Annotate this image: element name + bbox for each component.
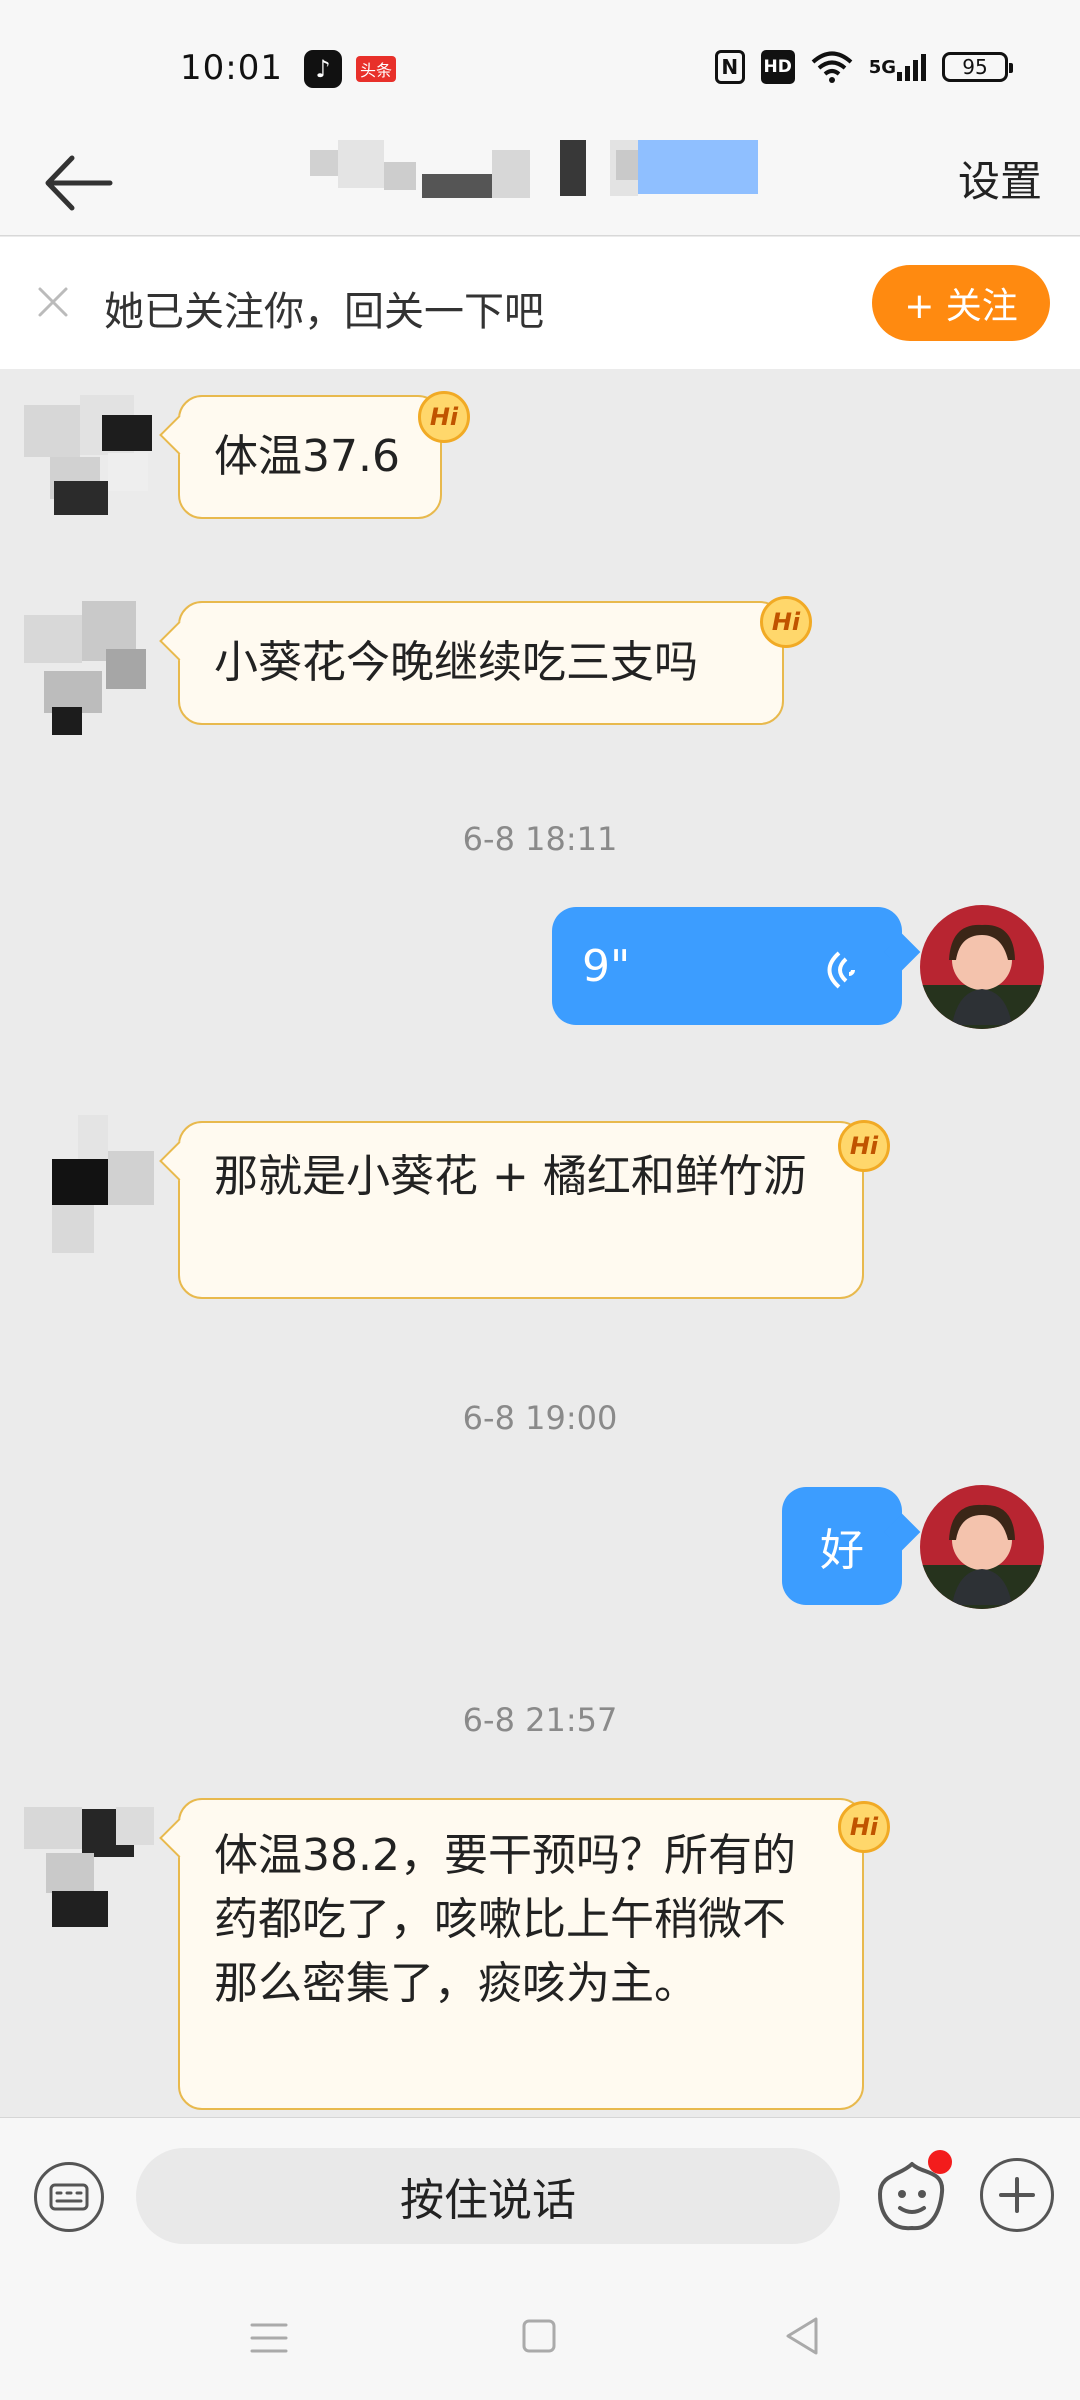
voice-message-bubble[interactable]: 9" [552,907,902,1025]
toutiao-icon: 头条 [356,56,396,82]
close-icon[interactable] [32,281,74,323]
settings-button[interactable]: 设置 [958,148,1042,209]
tiktok-icon: ♪ [304,50,342,88]
back-button[interactable] [38,138,128,228]
status-bar: 10:01 ♪ 头条 N HD 5G 95 [0,0,1080,130]
battery-icon: 95 [942,52,1013,82]
system-navigation-bar [0,2275,1080,2400]
message-text: 那就是小葵花 + 橘红和鲜竹沥 [214,1151,807,1202]
menu-icon[interactable] [248,2317,290,2359]
chat-header: 设置 [0,130,1080,236]
voice-wave-icon [827,951,855,989]
contact-avatar [24,1115,164,1255]
nfc-icon: N [714,50,745,84]
follow-button[interactable]: + 关注 [872,265,1050,341]
message-bubble-incoming: 小葵花今晚继续吃三支吗 [178,601,784,725]
home-icon[interactable] [518,2315,560,2357]
hd-icon: HD [760,50,795,84]
keyboard-icon [49,2183,89,2211]
add-attachment-button[interactable] [980,2158,1054,2232]
user-avatar[interactable] [920,905,1044,1029]
message-bubble-incoming: 体温38.2，要干预吗？所有的药都吃了，咳嗽比上午稍微不那么密集了，痰咳为主。 [178,1798,864,2110]
user-avatar[interactable] [920,1485,1044,1609]
chat-message-list[interactable]: 体温37.6 Hi 小葵花今晚继续吃三支吗 Hi 6-8 18:11 9" 那就… [0,369,1080,2117]
hi-badge: Hi [418,391,470,443]
back-triangle-icon[interactable] [782,2313,824,2359]
contact-avatar [24,1797,164,1937]
network-label: 5G [868,56,896,78]
plus-icon [999,2177,1035,2213]
follow-prompt-text: 她已关注你，回关一下吧 [104,289,544,335]
message-timestamp: 6-8 21:57 [462,1701,618,1739]
hold-to-talk-button[interactable]: 按住说话 [136,2148,840,2244]
message-bubble-incoming: 体温37.6 [178,395,442,519]
status-icons: N HD 5G 95 [714,50,1013,84]
notification-dot [928,2150,952,2174]
message-text: 小葵花今晚继续吃三支吗 [214,637,698,688]
message-text: 好 [820,1525,864,1576]
contact-avatar [24,595,164,735]
voice-duration: 9" [582,940,631,992]
hi-badge: Hi [760,596,812,648]
status-time: 10:01 [180,48,283,88]
hi-badge: Hi [838,1120,890,1172]
message-timestamp: 6-8 19:00 [462,1399,618,1437]
message-bubble-incoming: 那就是小葵花 + 橘红和鲜竹沥 [178,1121,864,1299]
message-composer: 按住说话 [0,2117,1080,2275]
follow-banner: 她已关注你，回关一下吧 + 关注 [0,237,1080,369]
contact-avatar [24,395,164,535]
signal-icon: 5G [869,50,926,84]
blurred-contact-name [310,140,758,198]
message-timestamp: 6-8 18:11 [462,820,618,858]
message-text: 体温37.6 [214,431,400,482]
arrow-left-icon [45,155,113,211]
hi-badge: Hi [838,1801,890,1853]
message-bubble-outgoing: 好 [782,1487,902,1605]
message-text: 体温38.2，要干预吗？所有的药都吃了，咳嗽比上午稍微不那么密集了，痰咳为主。 [214,1830,796,2009]
keyboard-button[interactable] [34,2162,104,2232]
wifi-icon [811,51,853,83]
